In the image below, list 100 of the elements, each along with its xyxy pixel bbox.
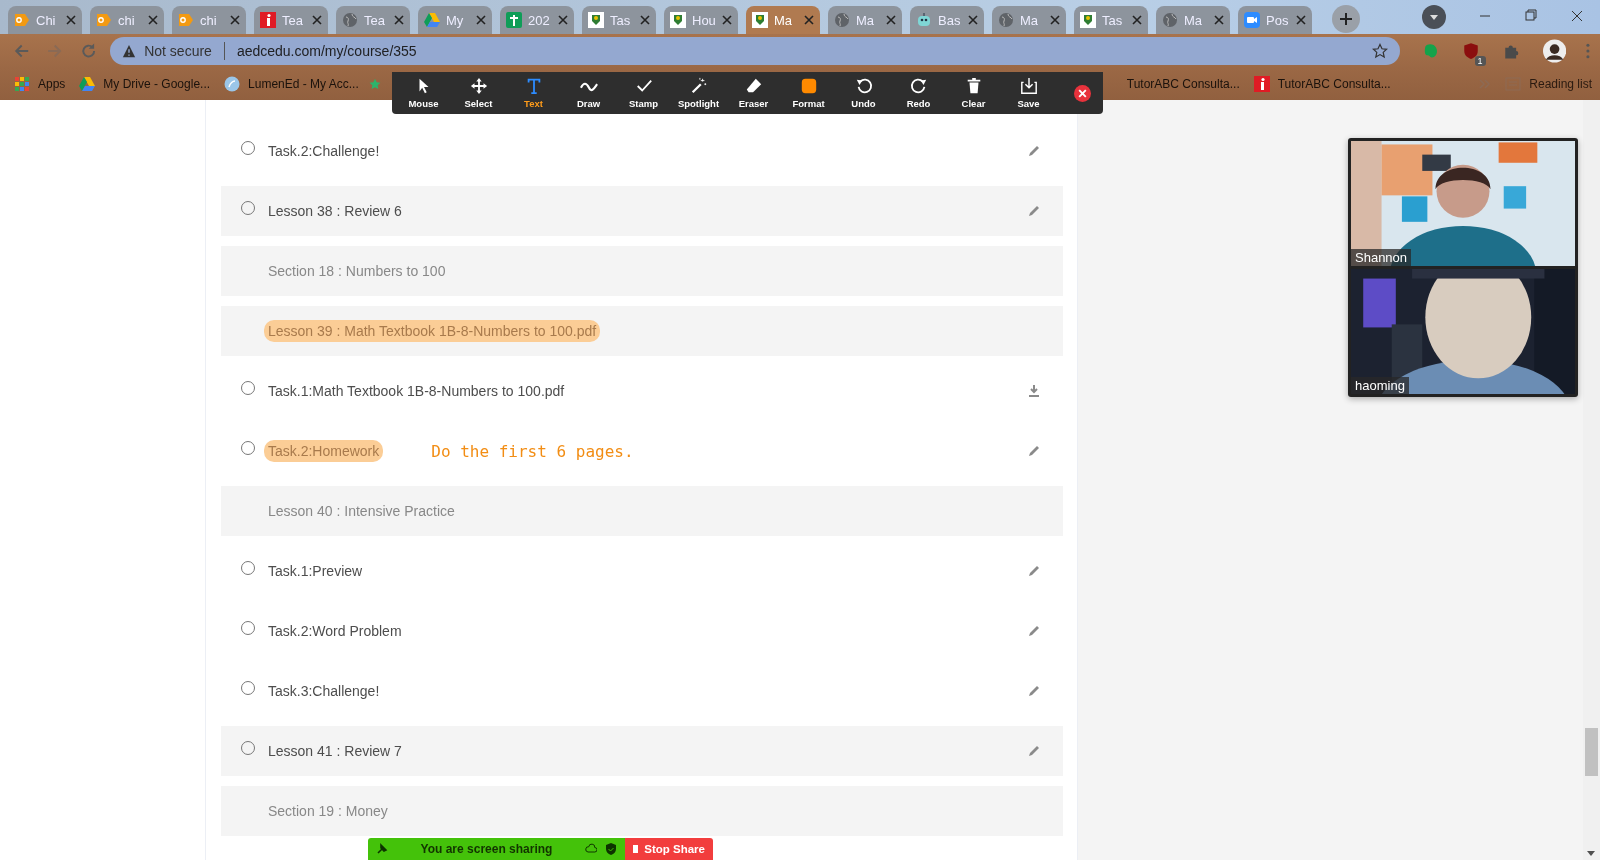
browser-tab[interactable]: Tea	[336, 6, 410, 34]
browser-tab[interactable]: Ma	[992, 6, 1066, 34]
camera-icon	[1244, 12, 1260, 28]
browser-tab[interactable]: Tea	[254, 6, 328, 34]
new-tab-button[interactable]	[1332, 5, 1360, 33]
item-title: Section 19 : Money	[267, 802, 389, 821]
browser-tab[interactable]: Hou	[664, 6, 738, 34]
annotation-tool[interactable]: Format	[781, 72, 836, 114]
apps-grid-icon	[14, 76, 30, 92]
annotation-tool[interactable]: Redo	[891, 72, 946, 114]
crest-icon	[670, 12, 686, 28]
pencil-icon[interactable]	[1027, 444, 1041, 458]
download-icon[interactable]	[1027, 384, 1041, 398]
browser-tab[interactable]: Chi	[8, 6, 82, 34]
cloud-icon[interactable]	[585, 843, 597, 855]
course-item[interactable]: Lesson 41 : Review 7	[221, 726, 1063, 776]
pencil-icon[interactable]	[1027, 744, 1041, 758]
item-title: Task.2:Homework	[264, 440, 384, 462]
scrollbar-thumb[interactable]	[1585, 728, 1598, 776]
section-header[interactable]: Lesson 39 : Math Textbook 1B-8-Numbers to 100.pdf	[221, 306, 1063, 356]
tab-search-button[interactable]	[1422, 5, 1446, 29]
course-item[interactable]: Task.1:Preview	[221, 546, 1063, 596]
annotation-tool[interactable]: Save	[1001, 72, 1056, 114]
star-icon[interactable]	[368, 78, 381, 90]
annotation-tool[interactable]: Stamp	[616, 72, 671, 114]
bookmark-link[interactable]: My Drive - Google...	[79, 76, 211, 92]
browser-tab[interactable]: chi	[90, 6, 164, 34]
move-arrows-icon	[469, 77, 488, 95]
annotation-text: Do the first 6 pages.	[431, 441, 634, 461]
robot-icon	[916, 12, 932, 28]
redo-icon	[909, 77, 928, 95]
section-header[interactable]: Section 18 : Numbers to 100	[221, 246, 1063, 296]
course-item[interactable]: Lesson 38 : Review 6	[221, 186, 1063, 236]
download-tray-icon	[1019, 77, 1038, 95]
pencil-icon[interactable]	[1027, 204, 1041, 218]
browser-tab[interactable]: My	[418, 6, 492, 34]
pencil-icon[interactable]	[1027, 564, 1041, 578]
annotation-tool[interactable]: Undo	[836, 72, 891, 114]
section-header[interactable]: Section 19 : Money	[221, 786, 1063, 836]
item-title: Task.2:Word Problem	[267, 622, 403, 641]
course-item[interactable]: Task.2:Homework Do the first 6 pages.	[221, 426, 1063, 476]
course-item[interactable]: Task.1:Math Textbook 1B-8-Numbers to 100.pdf	[221, 366, 1063, 416]
drive-icon	[79, 76, 96, 92]
annotation-tool[interactable]: Text	[506, 72, 561, 114]
pencil-icon[interactable]	[1027, 624, 1041, 638]
globe-icon	[1162, 12, 1178, 28]
tag-logo-icon	[14, 12, 30, 28]
participant-name: haoming	[1351, 377, 1409, 394]
scroll-down-icon[interactable]	[1587, 851, 1595, 856]
pin-icon[interactable]	[376, 843, 388, 855]
tag-logo-icon	[178, 12, 194, 28]
round-logo-icon	[224, 76, 241, 92]
browser-tab[interactable]: chi	[172, 6, 246, 34]
plus-sheet-icon	[506, 12, 522, 28]
browser-tab[interactable]: Tas	[582, 6, 656, 34]
browser-tab[interactable]: Ma	[746, 6, 820, 34]
section-header[interactable]: Lesson 40 : Intensive Practice	[221, 486, 1063, 536]
bookmark-link[interactable]: TutorABC Consulta...	[1253, 76, 1391, 92]
profile-avatar-icon[interactable]	[1542, 39, 1567, 63]
magic-wand-icon	[689, 77, 708, 95]
crest-icon	[752, 12, 768, 28]
address-bar[interactable]: Not secure aedcedu.com/my/course/355	[110, 37, 1401, 65]
annotation-tool[interactable]: Select	[451, 72, 506, 114]
stop-share-button[interactable]: Stop Share	[625, 838, 713, 860]
reading-list-button[interactable]: Reading list	[1505, 76, 1592, 92]
color-square-icon	[799, 77, 818, 95]
browser-tab[interactable]: Ma	[828, 6, 902, 34]
bookmark-link[interactable]: TutorABC Consulta...	[1126, 77, 1240, 91]
item-title: Lesson 39 : Math Textbook 1B-8-Numbers to 100.pdf	[264, 320, 601, 342]
item-title: Lesson 38 : Review 6	[267, 202, 403, 221]
pencil-icon[interactable]	[1027, 144, 1041, 158]
undo-icon	[854, 77, 873, 95]
item-title: Task.1:Math Textbook 1B-8-Numbers to 100.pdf	[267, 382, 566, 401]
bookmark-link[interactable]: Apps	[14, 76, 66, 92]
annotation-tool[interactable]: Mouse	[396, 72, 451, 114]
menu-dots-icon[interactable]	[1586, 43, 1590, 59]
browser-tab[interactable]: Bas	[910, 6, 984, 34]
course-item[interactable]: Task.2:Challenge!	[221, 126, 1063, 176]
browser-tab[interactable]: Pos	[1238, 6, 1312, 34]
pencil-icon[interactable]	[1027, 684, 1041, 698]
browser-tab[interactable]: 202	[500, 6, 574, 34]
browser-tab[interactable]: Tas	[1074, 6, 1148, 34]
bookmark-link[interactable]: LumenEd - My Acc...	[224, 76, 359, 92]
course-item[interactable]: Task.3:Challenge!	[221, 666, 1063, 716]
sharing-status-text: You are screen sharing	[419, 842, 554, 856]
annotation-tool[interactable]: Draw	[561, 72, 616, 114]
annotation-tool[interactable]: Spotlight	[671, 72, 726, 114]
annotation-tool[interactable]: Eraser	[726, 72, 781, 114]
globe-icon	[998, 12, 1014, 28]
crest-icon	[588, 12, 604, 28]
course-item[interactable]: Task.2:Word Problem	[221, 606, 1063, 656]
browser-tab[interactable]: Ma	[1156, 6, 1230, 34]
globe-icon	[342, 12, 358, 28]
star-icon[interactable]	[1372, 43, 1389, 59]
shield-check-icon[interactable]	[605, 843, 617, 855]
close-icon[interactable]	[1074, 84, 1091, 102]
plus-icon	[1339, 12, 1353, 26]
drive-icon	[424, 12, 440, 28]
annotation-tool[interactable]: Clear	[946, 72, 1001, 114]
shield-icon[interactable]	[1461, 42, 1480, 60]
